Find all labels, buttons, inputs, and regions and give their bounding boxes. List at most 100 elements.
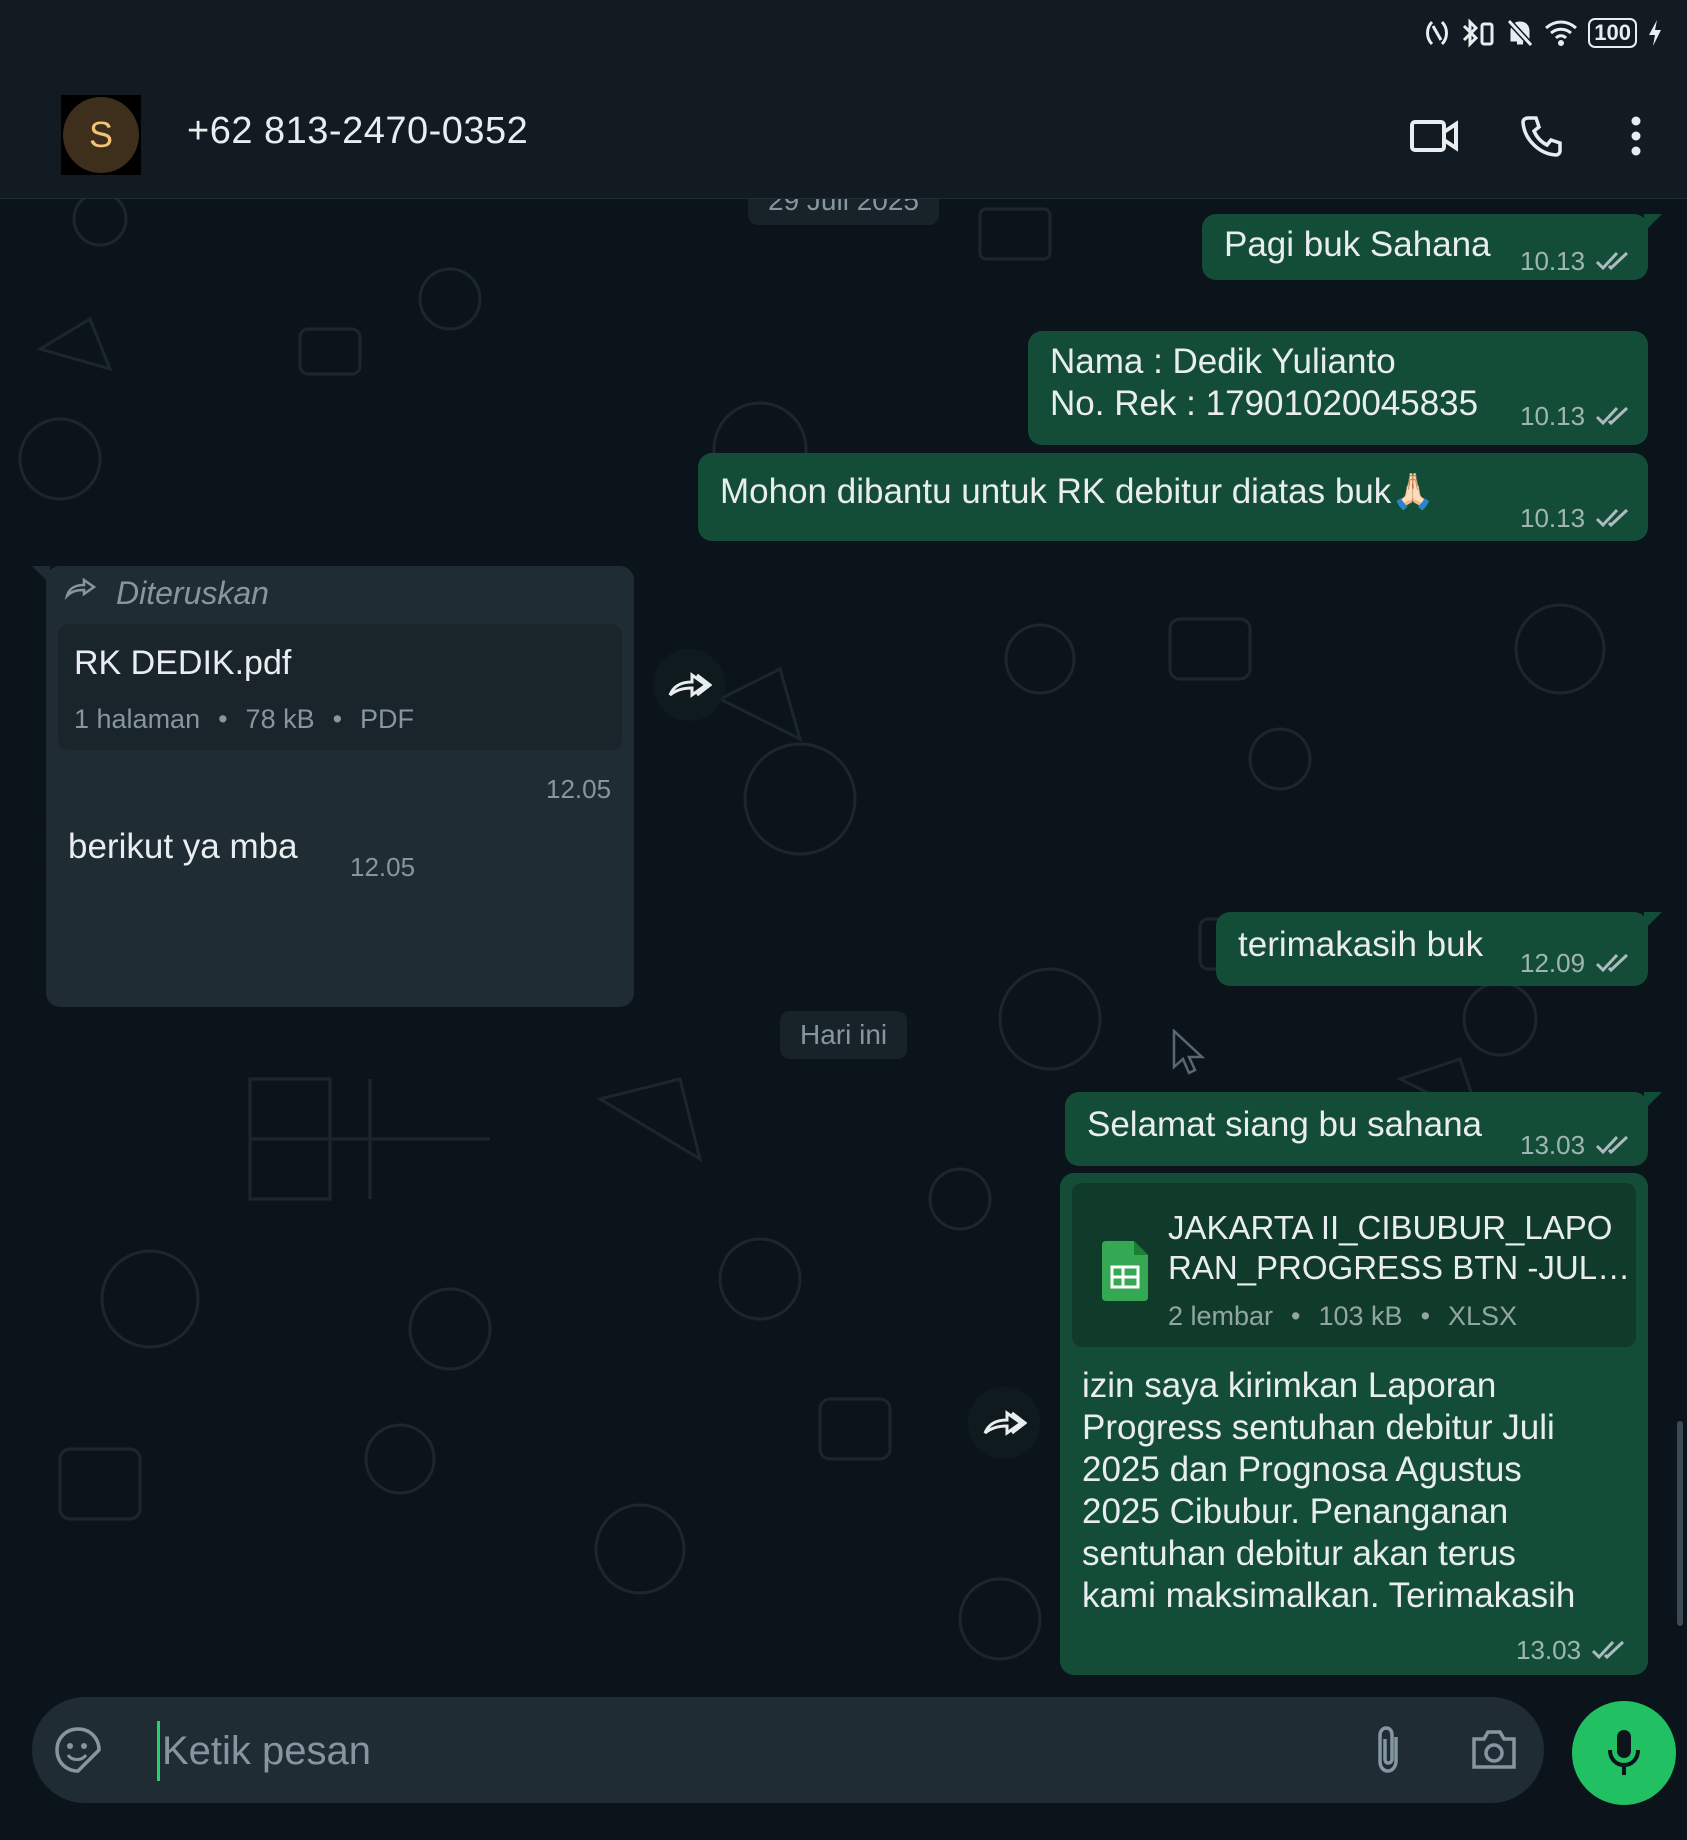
video-call-button[interactable] <box>1406 108 1462 164</box>
message-text: Pagi buk Sahana <box>1224 225 1491 264</box>
message-text-line-1: Nama : Dedik Yulianto <box>1050 342 1396 381</box>
document-pages: 1 halaman <box>74 704 201 734</box>
avatar[interactable]: S <box>61 95 141 175</box>
sticker-icon[interactable] <box>54 1726 102 1774</box>
forward-icon <box>668 672 712 698</box>
attach-icon[interactable] <box>1372 1725 1406 1775</box>
document-info: 1 halaman • 78 kB • PDF <box>74 698 414 740</box>
message-caption: izin saya kirimkan Laporan Progress sent… <box>1082 1365 1575 1617</box>
chat-area[interactable]: 29 Juli 2025 Pagi buk Sahana 10.13 Nama … <box>0 199 1687 1697</box>
message-time: 12.09 <box>1520 948 1586 978</box>
caption-line: 2025 Cibubur. Penanganan <box>1082 1492 1509 1531</box>
forward-button[interactable] <box>653 649 725 721</box>
message-meta: 10.13 <box>1520 240 1631 282</box>
avatar-letter: S <box>63 97 139 173</box>
contact-name[interactable]: +62 813-2470-0352 <box>187 110 528 153</box>
message-outgoing-document[interactable]: JAKARTA II_CIBUBUR_LAPO RAN_PROGRESS BTN… <box>1060 1173 1648 1675</box>
forward-icon <box>64 577 97 600</box>
forward-icon <box>983 1410 1027 1436</box>
phone-icon <box>1521 116 1562 157</box>
camera-icon[interactable] <box>1470 1727 1518 1771</box>
double-check-icon <box>1596 1135 1629 1155</box>
double-check-icon <box>1596 406 1629 426</box>
status-bar: 100 <box>0 0 1687 70</box>
message-time: 13.03 <box>1520 1130 1586 1160</box>
voice-call-button[interactable] <box>1514 108 1570 164</box>
message-time: 12.05 <box>350 852 416 882</box>
message-time: 10.13 <box>1520 503 1586 533</box>
message-meta: 13.03 <box>1520 1124 1631 1166</box>
caption-line: Progress sentuhan debitur Juli <box>1082 1408 1555 1447</box>
caption-line: 2025 dan Prognosa Agustus <box>1082 1450 1522 1489</box>
cursor-icon <box>1172 1029 1206 1075</box>
separator-dot: • <box>218 704 228 734</box>
message-text: Selamat siang bu sahana <box>1087 1105 1482 1144</box>
message-time: 12.05 <box>546 774 612 804</box>
document-name: RK DEDIK.pdf <box>74 644 292 682</box>
separator-dot: • <box>332 704 343 734</box>
document-name-line-2: RAN_PROGRESS BTN -JUL… <box>1168 1249 1631 1286</box>
message-input-bar <box>32 1697 1544 1803</box>
mic-icon <box>1608 1730 1640 1775</box>
document-card[interactable]: JAKARTA II_CIBUBUR_LAPO RAN_PROGRESS BTN… <box>1072 1183 1636 1347</box>
caption-line: izin saya kirimkan Laporan <box>1082 1366 1497 1405</box>
forward-button[interactable] <box>968 1387 1040 1459</box>
bubble-tail <box>1644 1092 1662 1110</box>
caption-line: kami maksimalkan. Terimakasih <box>1082 1576 1576 1615</box>
document-card[interactable]: RK DEDIK.pdf 1 halaman • 78 kB • PDF <box>58 624 622 750</box>
message-outgoing[interactable]: Pagi buk Sahana 10.13 <box>1202 214 1662 282</box>
bubble-tail <box>1644 214 1662 232</box>
double-check-icon <box>1596 953 1629 973</box>
message-meta: 13.03 <box>1516 1629 1627 1671</box>
message-outgoing[interactable]: Nama : Dedik Yulianto No. Rek : 17901020… <box>1028 331 1648 445</box>
message-incoming-document[interactable]: Diteruskan RK DEDIK.pdf 1 halaman • 78 k… <box>32 566 634 1007</box>
message-text: Mohon dibantu untuk RK debitur diatas bu… <box>720 472 1435 511</box>
battery-level: 100 <box>1588 18 1637 48</box>
document-size: 103 kB <box>1318 1301 1403 1331</box>
document-pages: 2 lembar <box>1168 1301 1274 1331</box>
nfc-icon <box>1426 20 1449 46</box>
message-outgoing[interactable]: Selamat siang bu sahana 13.03 <box>1065 1092 1662 1166</box>
bubble-tail <box>32 566 50 584</box>
separator-dot: • <box>1291 1301 1301 1331</box>
charging-icon <box>1649 20 1661 46</box>
message-outgoing[interactable]: terimakasih buk 12.09 <box>1216 912 1662 986</box>
document-size: 78 kB <box>245 704 315 734</box>
separator-dot: • <box>1420 1301 1431 1331</box>
more-options-button[interactable] <box>1608 108 1664 164</box>
message-input[interactable] <box>157 1721 1364 1781</box>
bluetooth-icon <box>1463 18 1494 48</box>
message-text: berikut ya mba <box>68 827 298 866</box>
message-time: 10.13 <box>1520 246 1586 276</box>
message-text: terimakasih buk <box>1238 925 1484 964</box>
caption-line: sentuhan debitur akan terus <box>1082 1534 1516 1573</box>
mic-button[interactable] <box>1572 1701 1676 1805</box>
double-check-icon <box>1596 251 1629 271</box>
composer <box>0 1697 1687 1840</box>
message-incoming[interactable]: berikut ya mba 12.05 <box>46 814 432 887</box>
more-options-icon <box>1631 116 1641 156</box>
document-type: PDF <box>360 704 415 734</box>
mute-bell-icon <box>1507 18 1534 48</box>
document-type: XLSX <box>1448 1301 1518 1331</box>
video-call-icon <box>1410 120 1458 152</box>
date-chip: 29 Juli 2025 <box>748 199 940 225</box>
battery-icon: 100 <box>1588 18 1637 48</box>
double-check-icon <box>1596 508 1629 528</box>
date-chip-today: Hari ini <box>780 1011 908 1059</box>
message-text-line-2: No. Rek : 17901020045835 <box>1050 384 1479 423</box>
message-meta: 12.09 <box>1520 942 1631 984</box>
message-meta: 10.13 <box>1520 395 1631 437</box>
document-info: 2 lembar • 103 kB • XLSX <box>1168 1295 1517 1337</box>
status-icons: 100 <box>1424 18 1663 48</box>
message-time: 13.03 <box>1516 1635 1582 1665</box>
message-outgoing[interactable]: Mohon dibantu untuk RK debitur diatas bu… <box>698 453 1648 541</box>
message-time: 10.13 <box>1520 401 1586 431</box>
sheet-file-icon <box>1102 1241 1148 1301</box>
chat-header: S +62 813-2470-0352 <box>0 70 1687 199</box>
bubble-tail <box>1644 912 1662 930</box>
document-name-line-1: JAKARTA II_CIBUBUR_LAPO <box>1168 1209 1613 1246</box>
forwarded-label: Diteruskan <box>116 575 269 611</box>
scrollbar[interactable] <box>1677 1421 1683 1626</box>
wifi-icon <box>1545 20 1578 46</box>
